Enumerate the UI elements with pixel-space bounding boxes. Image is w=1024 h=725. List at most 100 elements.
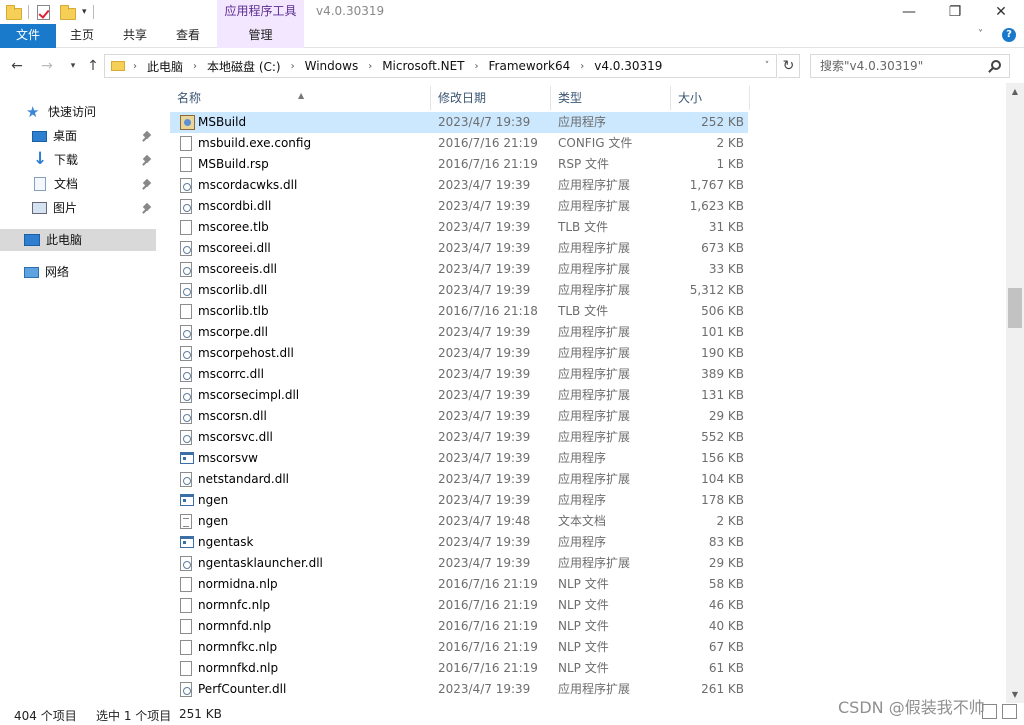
address-bar[interactable]: › 此电脑 › 本地磁盘 (C:) › Windows › Microsoft.… — [104, 54, 777, 78]
refresh-button[interactable]: ↻ — [778, 54, 800, 78]
address-dropdown-icon[interactable]: ˅ — [757, 54, 777, 78]
scrollbar-thumb[interactable] — [1008, 288, 1022, 328]
back-button[interactable]: ← — [8, 57, 26, 75]
file-icon — [180, 220, 192, 235]
close-button[interactable]: ✕ — [978, 0, 1024, 24]
nav-item-downloads[interactable]: 下载 — [32, 148, 156, 171]
tab-view[interactable]: 查看 — [162, 24, 214, 48]
scroll-up-icon[interactable]: ▲ — [1006, 83, 1024, 100]
pin-icon[interactable] — [142, 204, 152, 216]
breadcrumb-windows[interactable]: Windows — [303, 59, 361, 73]
file-date: 2023/4/7 19:39 — [438, 115, 531, 129]
breadcrumb-local-disk[interactable]: 本地磁盘 (C:) — [205, 58, 283, 75]
file-row[interactable]: mscorlib.tlb 2016/7/16 21:18 TLB 文件 506 KB — [170, 301, 748, 322]
file-row[interactable]: mscorsecimpl.dll 2023/4/7 19:39 应用程序扩展 131 … — [170, 385, 748, 406]
column-header-date[interactable]: 修改日期 — [431, 86, 551, 110]
file-row[interactable]: ngen 2023/4/7 19:48 文本文档 2 KB — [170, 511, 748, 532]
nav-item-pictures[interactable]: 图片 — [32, 197, 156, 219]
file-name: mscorlib.tlb — [198, 304, 269, 318]
network-icon — [24, 266, 39, 278]
file-row[interactable]: MSBuild.rsp 2016/7/16 21:19 RSP 文件 1 KB — [170, 154, 748, 175]
document-icon — [34, 177, 46, 191]
file-row[interactable]: mscorpe.dll 2023/4/7 19:39 应用程序扩展 101 KB — [170, 322, 748, 343]
context-tab-group-label: 应用程序工具 — [217, 0, 304, 24]
breadcrumb-chevron-icon[interactable]: › — [572, 61, 592, 72]
file-name: normnfd.nlp — [198, 619, 272, 633]
tab-manage[interactable]: 管理 — [217, 24, 304, 48]
file-size: 2 KB — [716, 136, 744, 150]
breadcrumb-framework64[interactable]: Framework64 — [487, 59, 573, 73]
new-folder-icon[interactable] — [60, 5, 76, 20]
pin-icon[interactable] — [142, 156, 152, 168]
dll-file-icon — [180, 682, 192, 697]
minimize-button[interactable]: — — [886, 0, 932, 24]
file-size: 131 KB — [701, 388, 744, 402]
file-type: 应用程序扩展 — [558, 430, 631, 444]
nav-item-this-pc[interactable]: 此电脑 — [0, 229, 156, 251]
maximize-button[interactable]: ❐ — [932, 0, 978, 24]
tab-file[interactable]: 文件 — [0, 24, 56, 48]
file-type: NLP 文件 — [558, 598, 609, 612]
dll-file-icon — [180, 241, 192, 256]
details-view-icon[interactable] — [982, 704, 997, 719]
file-row[interactable]: normidna.nlp 2016/7/16 21:19 NLP 文件 58 KB — [170, 574, 748, 595]
breadcrumb-this-pc[interactable]: 此电脑 — [145, 58, 185, 75]
file-row[interactable]: ngentask 2023/4/7 19:39 应用程序 83 KB — [170, 532, 748, 553]
file-row[interactable]: mscoreeis.dll 2023/4/7 19:39 应用程序扩展 33 KB — [170, 259, 748, 280]
file-row[interactable]: mscoree.tlb 2023/4/7 19:39 TLB 文件 31 KB — [170, 217, 748, 238]
file-row[interactable]: ngentasklauncher.dll 2023/4/7 19:39 应用程序扩展… — [170, 553, 748, 574]
customize-dropdown-icon[interactable]: ▾ — [82, 7, 87, 17]
forward-button[interactable]: → — [38, 57, 56, 75]
breadcrumb-chevron-icon[interactable]: › — [185, 61, 205, 72]
column-header-name[interactable]: 名称 ▲ — [170, 86, 431, 110]
file-row[interactable]: MSBuild 2023/4/7 19:39 应用程序 252 KB — [170, 112, 748, 133]
file-row[interactable]: mscorlib.dll 2023/4/7 19:39 应用程序扩展 5,312 KB — [170, 280, 748, 301]
nav-item-network[interactable]: 网络 — [24, 261, 156, 283]
file-row[interactable]: mscorpehost.dll 2023/4/7 19:39 应用程序扩展 190 K… — [170, 343, 748, 364]
file-row[interactable]: mscorrc.dll 2023/4/7 19:39 应用程序扩展 389 KB — [170, 364, 748, 385]
file-row[interactable]: mscordacwks.dll 2023/4/7 19:39 应用程序扩展 1,767… — [170, 175, 748, 196]
breadcrumb-microsoft-net[interactable]: Microsoft.NET — [380, 59, 466, 73]
vertical-scrollbar[interactable]: ▲ ▼ — [1006, 83, 1024, 703]
nav-item-desktop[interactable]: 桌面 — [32, 125, 156, 147]
file-row[interactable]: normnfkd.nlp 2016/7/16 21:19 NLP 文件 61 KB — [170, 658, 748, 679]
file-row[interactable]: ngen 2023/4/7 19:39 应用程序 178 KB — [170, 490, 748, 511]
column-header-size[interactable]: 大小 — [671, 86, 750, 110]
file-size: 552 KB — [701, 430, 744, 444]
file-row[interactable]: normnfd.nlp 2016/7/16 21:19 NLP 文件 40 KB — [170, 616, 748, 637]
breadcrumb-chevron-icon[interactable]: › — [467, 61, 487, 72]
up-button[interactable]: ↑ — [84, 57, 102, 75]
file-row[interactable]: mscorsvc.dll 2023/4/7 19:39 应用程序扩展 552 KB — [170, 427, 748, 448]
scroll-down-icon[interactable]: ▼ — [1006, 686, 1024, 703]
tab-home[interactable]: 主页 — [56, 24, 108, 48]
dll-file-icon — [180, 199, 192, 214]
properties-icon[interactable] — [37, 4, 50, 20]
file-row[interactable]: mscorsvw 2023/4/7 19:39 应用程序 156 KB — [170, 448, 748, 469]
breadcrumb-chevron-icon[interactable]: › — [133, 61, 145, 72]
recent-locations-icon[interactable]: ▾ — [64, 57, 82, 75]
nav-item-quick-access[interactable]: 快速访问 — [26, 101, 156, 123]
file-row[interactable]: msbuild.exe.config 2016/7/16 21:19 CONFIG … — [170, 133, 748, 154]
breadcrumb-version[interactable]: v4.0.30319 — [592, 59, 664, 73]
file-row[interactable]: mscoreei.dll 2023/4/7 19:39 应用程序扩展 673 KB — [170, 238, 748, 259]
help-icon[interactable]: ? — [1002, 28, 1016, 42]
file-row[interactable]: PerfCounter.dll 2023/4/7 19:39 应用程序扩展 261 K… — [170, 679, 748, 700]
file-row[interactable]: normnfc.nlp 2016/7/16 21:19 NLP 文件 46 KB — [170, 595, 748, 616]
nav-item-documents[interactable]: 文档 — [32, 173, 156, 195]
file-row[interactable]: mscordbi.dll 2023/4/7 19:39 应用程序扩展 1,623 KB — [170, 196, 748, 217]
tab-share[interactable]: 共享 — [108, 24, 162, 48]
nav-item-label: 此电脑 — [46, 233, 83, 247]
file-row[interactable]: mscorsn.dll 2023/4/7 19:39 应用程序扩展 29 KB — [170, 406, 748, 427]
column-header-type[interactable]: 类型 — [551, 86, 671, 110]
search-input[interactable]: 搜索"v4.0.30319" — [810, 54, 1010, 78]
file-date: 2016/7/16 21:19 — [438, 619, 538, 633]
file-row[interactable]: normnfkc.nlp 2016/7/16 21:19 NLP 文件 67 KB — [170, 637, 748, 658]
download-icon — [32, 148, 48, 170]
large-icons-view-icon[interactable] — [1002, 704, 1017, 719]
pin-icon[interactable] — [142, 132, 152, 144]
breadcrumb-chevron-icon[interactable]: › — [360, 61, 380, 72]
file-row[interactable]: netstandard.dll 2023/4/7 19:39 应用程序扩展 104 K… — [170, 469, 748, 490]
breadcrumb-chevron-icon[interactable]: › — [283, 61, 303, 72]
expand-ribbon-icon[interactable]: ˅ — [978, 29, 990, 41]
pin-icon[interactable] — [142, 180, 152, 192]
